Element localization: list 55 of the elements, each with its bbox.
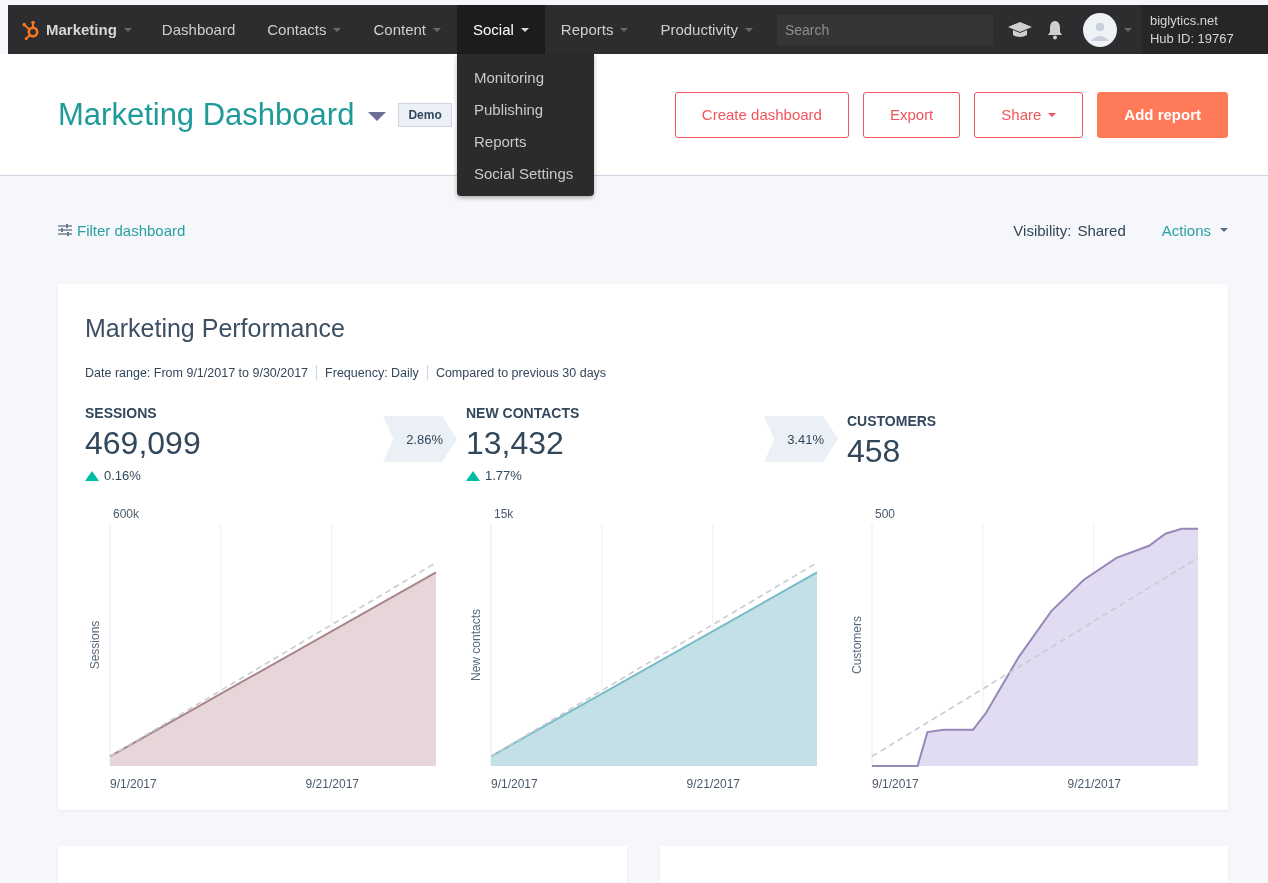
dropdown-item[interactable]: Monitoring [457,62,594,94]
axis-tick-label: 600k [113,507,140,521]
up-triangle-icon [466,470,480,481]
change-percent: 0.16% [104,468,141,483]
visibility-label: Visibility: [1013,221,1072,239]
up-triangle-icon [85,470,99,481]
nav-menu-item[interactable]: Social [457,5,545,54]
nav-menu-item[interactable]: Dashboard [145,5,252,54]
axis-title: Sessions [88,620,102,670]
caret-icon [123,27,132,32]
caret-icon [1220,228,1228,232]
demo-badge: Demo [398,102,452,127]
search-field[interactable]: Search [776,14,993,45]
metric-label: SESSIONS [85,405,158,421]
account-switcher[interactable]: biglytics.net Hub ID: 19767 [1141,5,1268,54]
dropdown-item[interactable]: Social Settings [457,158,594,190]
avatar-icon[interactable] [1082,12,1117,47]
metric-value: 469,099 [85,425,201,462]
report-title: Marketing Performance [85,314,346,343]
visibility-value: Shared [1077,221,1126,239]
conversion-rate-badge: 3.41% [764,416,838,462]
axis-title: Customers [850,616,864,674]
axis-tick-label: 9/21/2017 [305,777,359,791]
nav-menu-item[interactable]: Contacts [251,5,358,54]
metric-label: CUSTOMERS [847,412,937,429]
nav-menu-item[interactable]: Reports [544,5,645,54]
report-meta-text: Compared to previous 30 days [435,365,607,380]
change-percent: 1.77% [485,468,522,483]
graduation-cap-icon[interactable] [1006,20,1033,39]
sliders-icon [58,224,72,236]
axis-tick-label: 9/1/2017 [110,777,157,791]
axis-title: New contacts [469,609,483,681]
notification-bell-icon[interactable] [1046,19,1063,40]
caret-icon [1123,27,1132,32]
axis-tick-label: 9/1/2017 [491,777,538,791]
report-meta-text: Date range: From 9/1/2017 to 9/30/2017 [85,365,309,380]
axis-tick-label: 9/21/2017 [686,777,740,791]
conversion-rate-badge: 2.86% [383,416,457,462]
metric-value: 458 [847,432,902,470]
dropdown-item[interactable]: Reports [457,126,594,158]
nav-menu-item[interactable]: Marketing [8,5,146,54]
axis-tick-label: 500 [875,507,896,521]
dropdown-caret-icon[interactable] [368,112,387,121]
dropdown-item[interactable]: Publishing [457,94,594,126]
report-meta-text: Frequency: Daily [325,365,419,380]
metric-label: NEW CONTACTS [466,405,580,421]
axis-tick-label: 15k [494,507,514,521]
nav-menu-item[interactable]: Content [357,5,457,54]
metric-value: 13,432 [466,425,565,462]
sprocket-logo-icon [22,19,40,40]
axis-tick-label: 9/1/2017 [872,777,919,791]
hub-id: Hub ID: 19767 [1149,29,1235,48]
axis-tick-label: 9/21/2017 [1067,777,1121,791]
nav-menu-item[interactable]: Productivity [644,5,769,54]
account-name: biglytics.net [1149,11,1219,30]
